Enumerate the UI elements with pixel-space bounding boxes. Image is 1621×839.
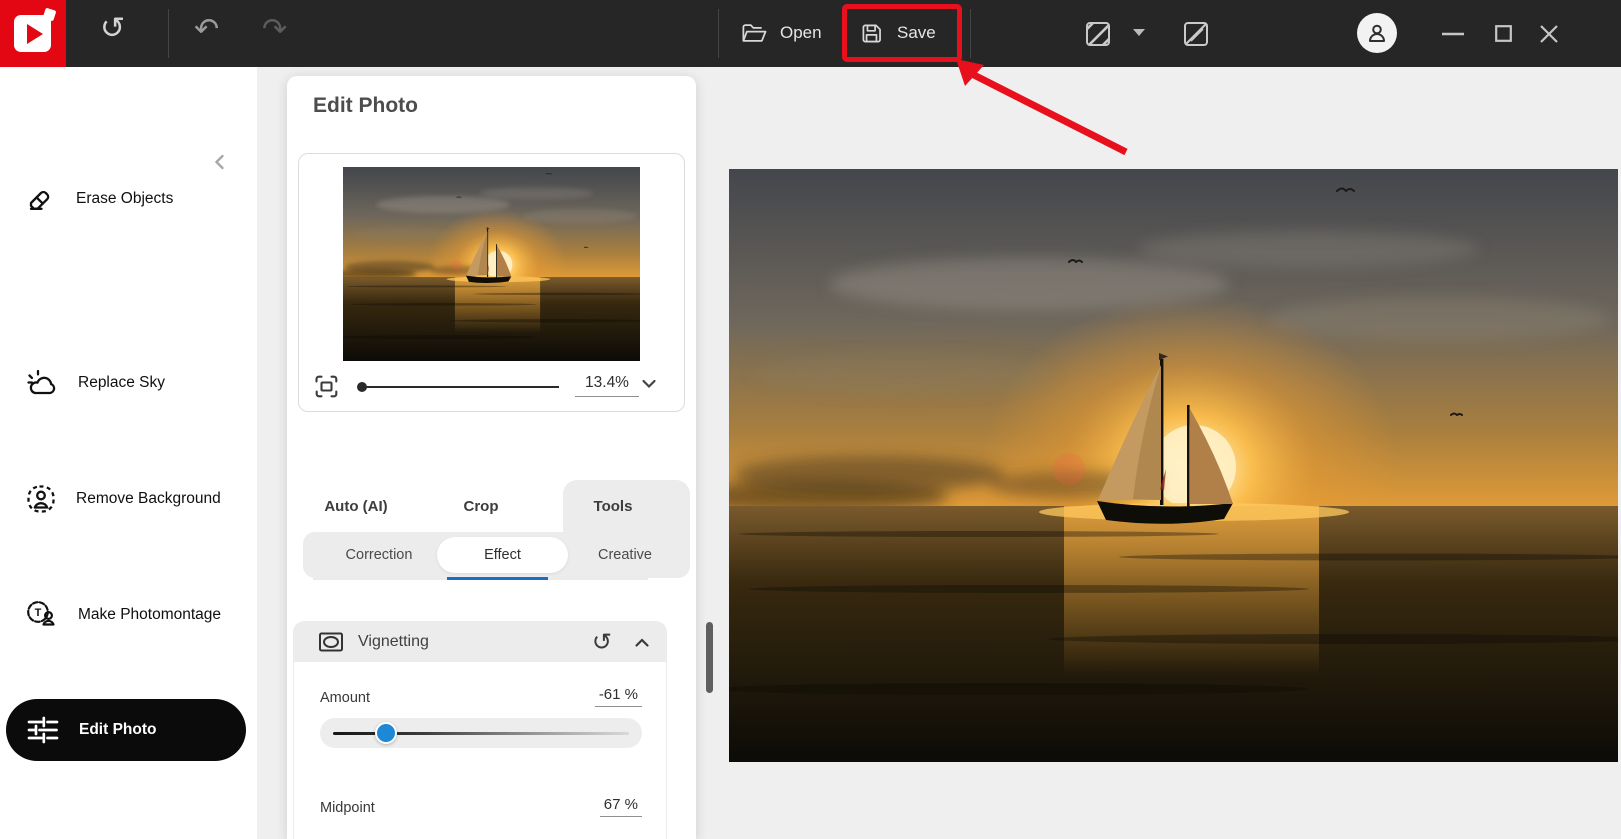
reset-changes-icon[interactable]: ↺ <box>100 14 125 44</box>
navigator-card: 13.4% <box>298 153 685 412</box>
zoom-slider-track[interactable] <box>365 386 559 388</box>
before-after-compare-icon[interactable] <box>1083 19 1113 49</box>
app-logo <box>0 0 66 67</box>
vignetting-header[interactable]: Vignetting ↺ <box>294 622 666 662</box>
open-button[interactable]: Open <box>740 11 822 55</box>
adjust-sliders-icon <box>26 715 60 745</box>
sidebar-item-label: Edit Photo <box>79 721 157 738</box>
svg-text:T: T <box>35 607 42 619</box>
panel-scrollbar[interactable] <box>706 622 713 693</box>
open-button-label: Open <box>780 23 822 42</box>
sidebar-item-erase-objects[interactable]: Erase Objects <box>25 181 173 217</box>
tab-crop[interactable]: Crop <box>431 480 531 532</box>
active-subtab-underline <box>447 577 548 580</box>
navigator-thumbnail[interactable] <box>343 167 640 361</box>
collapse-section-chevron[interactable] <box>634 637 650 648</box>
reset-vignetting-icon[interactable]: ↺ <box>592 630 612 654</box>
canvas-photo[interactable] <box>729 169 1618 762</box>
amount-slider-thumb[interactable] <box>375 722 397 744</box>
sidebar-item-edit-photo[interactable]: Edit Photo <box>6 699 246 761</box>
tab-auto-ai[interactable]: Auto (AI) <box>306 480 406 532</box>
open-folder-icon <box>740 21 768 45</box>
zoom-value[interactable]: 13.4% <box>575 374 639 397</box>
replace-sky-icon <box>25 367 59 399</box>
midpoint-value[interactable]: 67 % <box>599 796 642 817</box>
toolbar-divider <box>718 9 719 58</box>
edit-photo-panel: Edit Photo 13.4% Auto (AI) Crop Tools Co… <box>287 76 696 839</box>
subtab-label: Correction <box>345 547 413 563</box>
hide-preview-icon[interactable] <box>1181 19 1211 49</box>
vignette-icon <box>318 631 344 653</box>
redo-icon[interactable]: ↷ <box>262 15 287 45</box>
tab-tools[interactable]: Tools <box>563 480 663 532</box>
subtab-creative[interactable]: Creative <box>570 532 680 578</box>
sidebar-item-remove-background[interactable]: Remove Background <box>25 481 221 517</box>
save-floppy-icon <box>858 20 885 47</box>
amount-label: Amount <box>320 690 370 706</box>
subtab-label: Effect <box>484 547 521 563</box>
toolbar-divider <box>970 9 971 58</box>
eraser-icon <box>25 183 57 215</box>
subtab-correction[interactable]: Correction <box>323 532 435 578</box>
account-avatar[interactable] <box>1357 13 1397 53</box>
topbar: ↺ ↶ ↷ Open Save <box>0 0 1621 67</box>
sidebar-item-label: Make Photomontage <box>78 606 222 623</box>
zoom-dropdown-caret[interactable] <box>641 378 657 390</box>
collapse-sidebar-chevron[interactable] <box>210 152 230 172</box>
amount-value[interactable]: -61 % <box>594 686 642 707</box>
panel-title: Edit Photo <box>313 94 418 117</box>
undo-icon[interactable]: ↶ <box>194 15 219 45</box>
maximize-button[interactable] <box>1486 0 1520 67</box>
photomontage-icon: T <box>25 599 59 631</box>
sidebar-item-label: Erase Objects <box>76 190 174 207</box>
remove-background-icon <box>25 483 57 515</box>
zoom-controls: 13.4% <box>299 366 686 406</box>
midpoint-label: Midpoint <box>320 800 375 816</box>
vignetting-section: Vignetting ↺ Amount -61 % Midpoint 67 % <box>294 622 666 839</box>
sidebar-item-make-photomontage[interactable]: T Make Photomontage <box>25 597 221 633</box>
save-button-label: Save <box>897 23 936 42</box>
compare-dropdown-caret[interactable] <box>1133 29 1145 36</box>
amount-slider[interactable] <box>320 718 642 748</box>
app-logo-icon <box>14 15 51 52</box>
subtab-bar: Correction Effect Creative <box>303 532 690 578</box>
subtab-effect[interactable]: Effect <box>437 532 568 578</box>
app-window: ↺ ↶ ↷ Open Save Erase Objects Replace Sk… <box>0 0 1621 839</box>
vignetting-title: Vignetting <box>358 633 429 650</box>
save-button[interactable]: Save <box>858 11 936 55</box>
minimize-button[interactable] <box>1436 0 1470 67</box>
tab-label: Auto (AI) <box>324 497 388 515</box>
tab-label: Tools <box>593 497 633 515</box>
sidebar-item-label: Replace Sky <box>78 374 166 391</box>
tab-label: Crop <box>463 497 499 515</box>
toolbar-divider <box>168 9 169 58</box>
sidebar: Erase Objects Replace Sky Remove Backgro… <box>0 67 257 839</box>
sidebar-item-replace-sky[interactable]: Replace Sky <box>25 365 165 401</box>
subtab-label: Creative <box>598 547 652 563</box>
sidebar-item-label: Remove Background <box>76 490 221 507</box>
close-button[interactable] <box>1532 0 1566 67</box>
fit-to-screen-icon[interactable] <box>313 373 340 400</box>
